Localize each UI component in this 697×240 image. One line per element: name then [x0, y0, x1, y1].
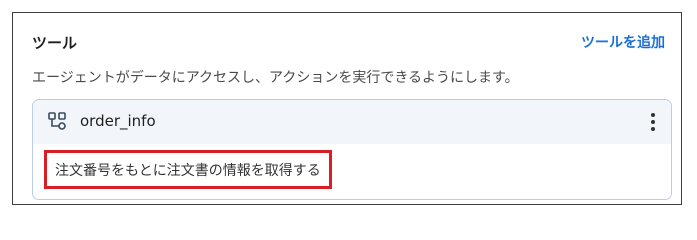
tools-header: ツール ツールを追加: [32, 29, 665, 55]
tool-flow-icon: [48, 112, 66, 130]
add-tool-link[interactable]: ツールを追加: [581, 32, 665, 52]
section-description: エージェントがデータにアクセスし、アクションを実行できるようにします。: [32, 70, 519, 86]
kebab-dot: [651, 113, 655, 117]
more-vertical-icon[interactable]: [645, 111, 661, 133]
section-title: ツール: [32, 33, 78, 52]
tool-name: order_info: [80, 112, 156, 130]
tools-panel: ツール ツールを追加 エージェントがデータにアクセスし、アクションを実行できるよ…: [12, 12, 682, 205]
tool-card[interactable]: order_info 注文番号をもとに注文書の情報を取得する: [32, 99, 672, 200]
tool-card-header: order_info: [33, 100, 671, 144]
tool-description: 注文番号をもとに注文書の情報を取得する: [55, 162, 321, 179]
kebab-dot: [651, 120, 655, 124]
tool-card-body: 注文番号をもとに注文書の情報を取得する: [33, 144, 671, 199]
kebab-dot: [651, 127, 655, 131]
tool-description-highlight: 注文番号をもとに注文書の情報を取得する: [44, 150, 332, 189]
